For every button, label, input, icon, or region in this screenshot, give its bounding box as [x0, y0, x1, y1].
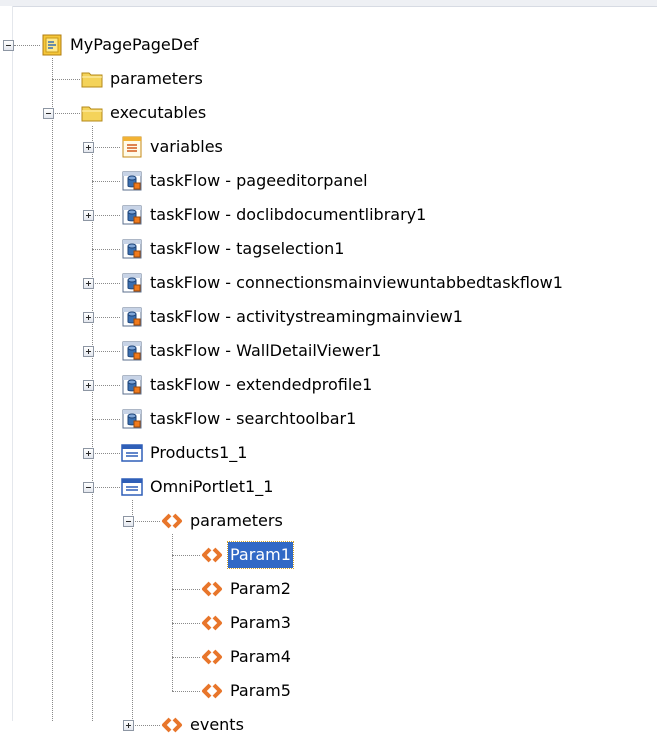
collapse-toggle[interactable]	[43, 108, 54, 119]
tree-connector	[172, 657, 200, 658]
expand-toggle[interactable]	[83, 210, 94, 221]
expand-toggle[interactable]	[123, 720, 134, 731]
parameter-icon	[200, 611, 224, 635]
tree-node-tf-pageeditorpanel[interactable]: taskFlow - pageeditorpanel	[148, 168, 370, 194]
portlet-icon	[120, 475, 144, 499]
expand-toggle[interactable]	[83, 312, 94, 323]
folder-icon	[80, 101, 104, 125]
collapse-toggle[interactable]	[83, 482, 94, 493]
tree-node-tf-walldetailviewer1[interactable]: taskFlow - WallDetailViewer1	[148, 338, 383, 364]
tree-node-tf-searchtoolbar1[interactable]: taskFlow - searchtoolbar1	[148, 406, 358, 432]
tree-branch-line	[172, 534, 173, 691]
tree-connector	[92, 385, 120, 386]
tree-connector	[92, 215, 120, 216]
tree-node-omniportlet1-1[interactable]: OmniPortlet1_1	[148, 474, 275, 500]
tree-connector	[92, 351, 120, 352]
folder-icon	[80, 67, 104, 91]
taskflow-icon	[120, 305, 144, 329]
tree-branch-line	[132, 500, 133, 721]
tree-node-param2[interactable]: Param2	[228, 576, 293, 602]
taskflow-icon	[120, 339, 144, 363]
tree-node-param3[interactable]: Param3	[228, 610, 293, 636]
tree-connector	[92, 181, 120, 182]
taskflow-icon	[120, 407, 144, 431]
taskflow-icon	[120, 169, 144, 193]
taskflow-icon	[120, 237, 144, 261]
tree-node-param4[interactable]: Param4	[228, 644, 293, 670]
tree-node-executables[interactable]: executables	[108, 100, 208, 126]
tree-node-products1-1[interactable]: Products1_1	[148, 440, 249, 466]
tree-node-tf-tagselection1[interactable]: taskFlow - tagselection1	[148, 236, 346, 262]
expand-toggle[interactable]	[83, 142, 94, 153]
tree-connector	[92, 487, 120, 488]
tree-connector	[92, 249, 120, 250]
tree-node-tf-doclibdocumentlibrary1[interactable]: taskFlow - doclibdocumentlibrary1	[148, 202, 428, 228]
tree-connector	[14, 45, 40, 46]
parameter-icon	[200, 577, 224, 601]
taskflow-icon	[120, 271, 144, 295]
tree-node-tf-activitystreamingmainview1[interactable]: taskFlow - activitystreamingmainview1	[148, 304, 465, 330]
tree-node-tf-connectionsmainviewuntabbedtaskflow1[interactable]: taskFlow - connectionsmainviewuntabbedta…	[148, 270, 565, 296]
expand-toggle[interactable]	[83, 346, 94, 357]
parameter-icon	[200, 543, 224, 567]
tree-branch-line	[52, 58, 53, 721]
tree-connector	[52, 113, 80, 114]
tree-node-op-events[interactable]: events	[188, 712, 246, 738]
tree-connector	[172, 555, 200, 556]
portlet-icon	[120, 441, 144, 465]
page-def-icon	[40, 33, 64, 57]
expand-toggle[interactable]	[83, 448, 94, 459]
parameter-icon	[200, 679, 224, 703]
taskflow-icon	[120, 203, 144, 227]
tree-node-param5[interactable]: Param5	[228, 678, 293, 704]
tree-node-variables[interactable]: variables	[148, 134, 225, 160]
tree-connector	[52, 79, 80, 80]
tree-node-tf-extendedprofile1[interactable]: taskFlow - extendedprofile1	[148, 372, 374, 398]
expand-toggle[interactable]	[83, 278, 94, 289]
tree-connector	[172, 691, 200, 692]
tree-node-param1[interactable]: Param1	[227, 541, 294, 569]
tree-connector	[92, 453, 120, 454]
tree-connector	[172, 623, 200, 624]
tree-connector	[132, 521, 160, 522]
parameter-icon	[160, 713, 184, 737]
tree-connector	[92, 147, 120, 148]
page-definition-tree[interactable]: MyPagePageDef parameters executables variab…	[0, 0, 657, 734]
parameter-icon	[200, 645, 224, 669]
collapse-toggle[interactable]	[3, 40, 14, 51]
tree-connector	[172, 589, 200, 590]
variables-icon	[120, 135, 144, 159]
parameter-icon	[160, 509, 184, 533]
tree-node-parameters[interactable]: parameters	[108, 66, 205, 92]
expand-toggle[interactable]	[83, 380, 94, 391]
tree-connector	[92, 419, 120, 420]
tree-connector	[92, 317, 120, 318]
collapse-toggle[interactable]	[123, 516, 134, 527]
taskflow-icon	[120, 373, 144, 397]
tree-connector	[92, 283, 120, 284]
tree-node-root[interactable]: MyPagePageDef	[68, 32, 201, 58]
tree-node-op-parameters[interactable]: parameters	[188, 508, 285, 534]
tree-connector	[132, 725, 160, 726]
